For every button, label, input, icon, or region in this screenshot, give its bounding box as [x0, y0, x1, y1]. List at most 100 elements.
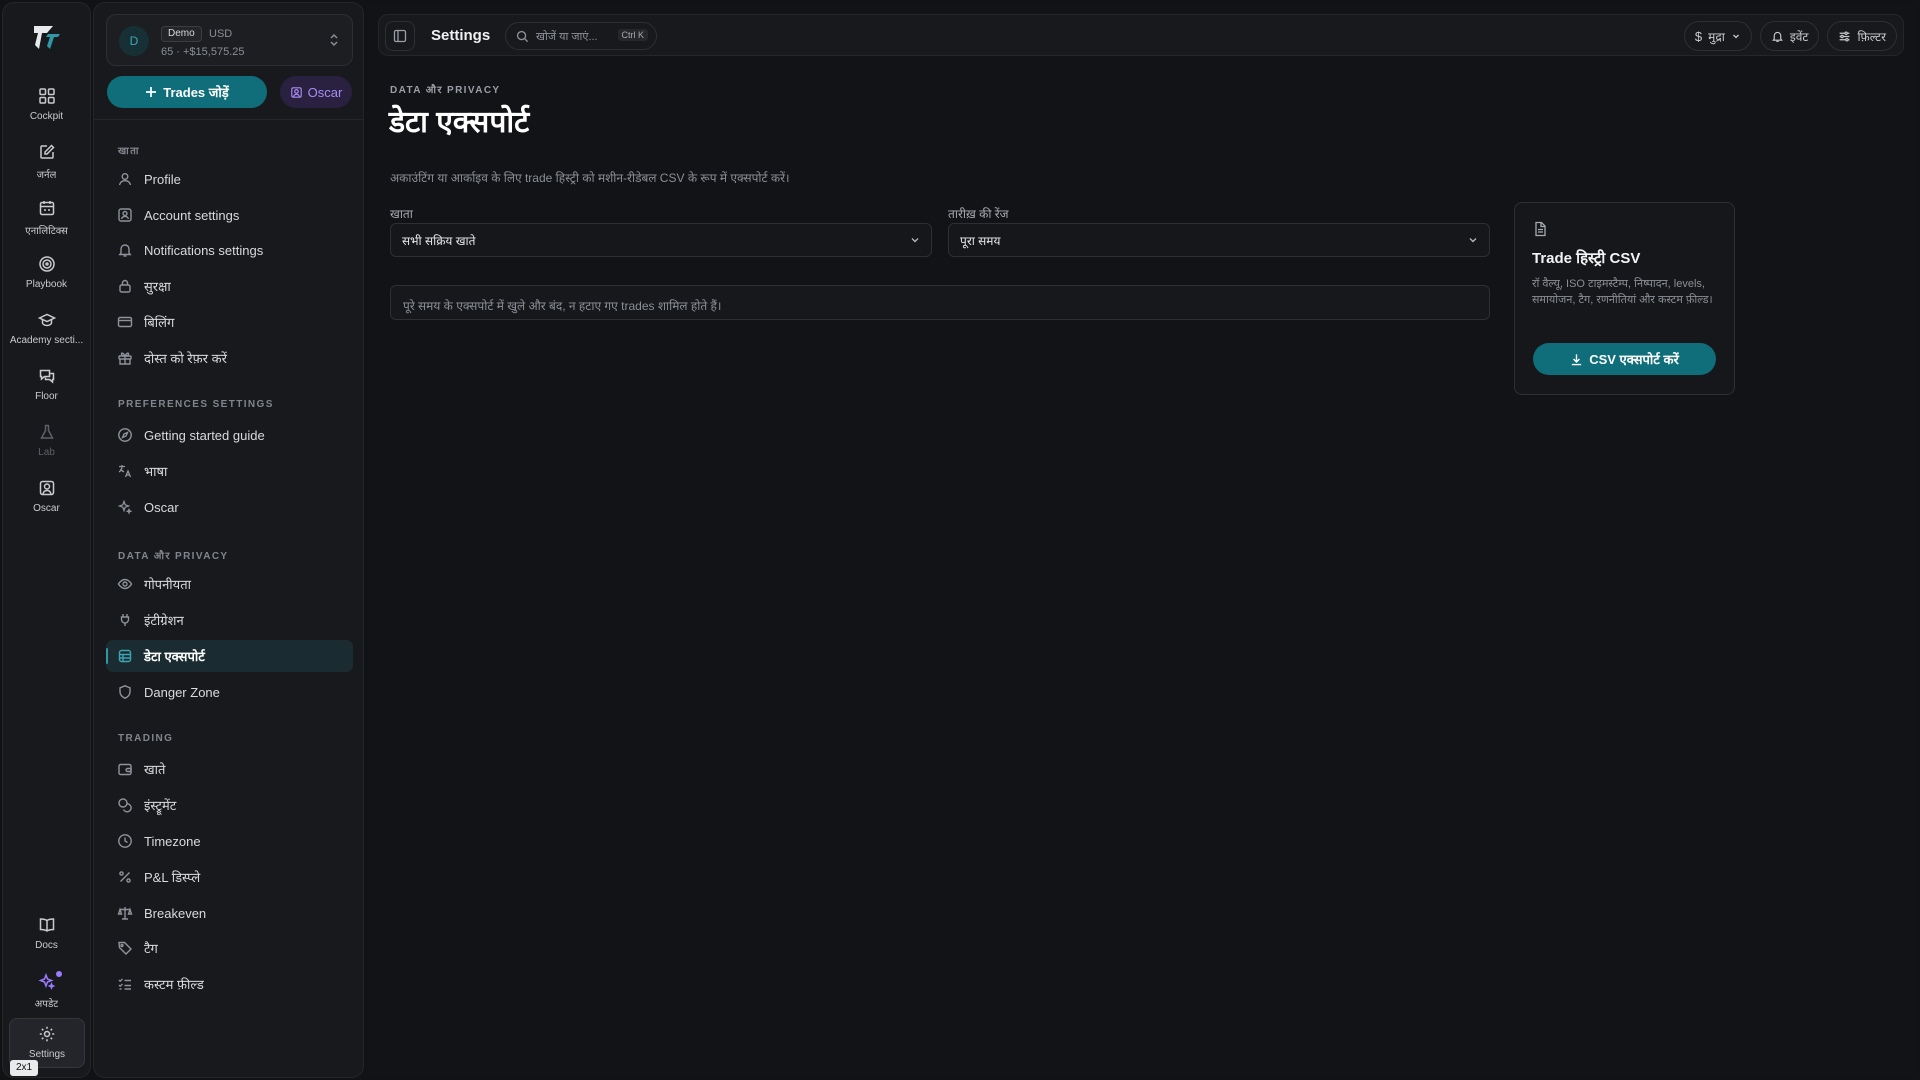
export-csv-button[interactable]: CSV एक्सपोर्ट करें — [1533, 343, 1716, 375]
plug-icon — [120, 614, 130, 626]
user-square-icon — [39, 480, 54, 496]
rail-item-cockpit[interactable]: Cockpit — [7, 81, 86, 133]
sidebar-item-getting-started[interactable]: Getting started guide — [106, 419, 353, 451]
search-shortcut-hint: Ctrl K — [617, 29, 648, 41]
events-button[interactable]: इवेंट — [1759, 21, 1820, 51]
account-select[interactable]: सभी सक्रिय खाते — [390, 223, 932, 257]
account-switcher[interactable]: D Demo USD 65 · +$15,575.25 — [106, 14, 353, 66]
csv-export-card: Trade हिस्ट्री CSV रॉ वैल्यू, ISO टाइमस्… — [1514, 202, 1735, 395]
export-card-description: रॉ वैल्यू, ISO टाइमस्टैम्प, निष्पादन, le… — [1532, 278, 1713, 306]
sidebar-item-custom-fields[interactable]: कस्टम फ़ील्ड — [106, 968, 353, 1000]
sidebar-item-label: बिलिंग — [144, 315, 175, 330]
account-select-value: सभी सक्रिय खाते — [402, 233, 476, 248]
section-heading-account: खाता — [118, 146, 140, 157]
settings-sidebar: D Demo USD 65 · +$15,575.25 Trades जोड़े… — [93, 2, 364, 1078]
date-range-field-label: तारीख़ की रेंज — [948, 207, 1009, 221]
sidebar-item-account-settings[interactable]: Account settings — [106, 199, 353, 231]
search-input[interactable]: खोजें या जाएं... Ctrl K — [505, 22, 657, 50]
sidebar-item-label: दोस्त को रेफ़र करें — [144, 351, 227, 366]
rail-item-academy[interactable]: Academy secti... — [7, 305, 86, 357]
account-field-label: खाता — [390, 207, 413, 221]
download-icon — [1572, 353, 1582, 365]
sidebar-item-security[interactable]: सुरक्षा — [106, 270, 353, 302]
rail-label: Docs — [35, 940, 58, 951]
sidebar-item-privacy[interactable]: गोपनीयता — [106, 568, 353, 600]
sidebar-item-pnl-display[interactable]: P&L डिस्प्ले — [106, 861, 353, 893]
sidebar-item-label: इंस्ट्रूमेंट — [144, 798, 177, 813]
rail-item-lab[interactable]: Lab — [7, 417, 86, 469]
rail-item-journal[interactable]: जर्नल — [7, 137, 86, 189]
notification-dot — [56, 971, 62, 977]
page-eyebrow: DATA और PRIVACY — [390, 85, 501, 96]
sidebar-item-label: गोपनीयता — [144, 577, 191, 592]
sidebar-item-label: खाते — [144, 762, 166, 777]
gear-icon — [39, 1026, 55, 1042]
rail-label: Academy secti... — [9, 335, 84, 346]
calendar-icon — [39, 201, 54, 216]
rail-item-analytics[interactable]: एनालिटिक्स — [7, 193, 86, 245]
section-heading-preferences: PREFERENCES SETTINGS — [118, 399, 274, 410]
filter-label: फ़िल्टर — [1857, 29, 1886, 44]
currency-dropdown[interactable]: $ मुद्रा — [1683, 21, 1752, 51]
sidebar-item-label: Profile — [144, 171, 181, 187]
sidebar-item-tags[interactable]: टैग — [106, 932, 353, 964]
page-breadcrumb-title: Settings — [431, 27, 491, 44]
app-logo[interactable] — [31, 21, 63, 53]
date-range-select[interactable]: पूरा समय — [948, 223, 1490, 257]
sidebar-panel-icon — [393, 29, 407, 43]
sidebar-item-refer-friend[interactable]: दोस्त को रेफ़र करें — [106, 342, 353, 374]
export-card-title: Trade हिस्ट्री CSV — [1532, 250, 1641, 267]
rail-item-docs[interactable]: Docs — [7, 910, 86, 962]
add-trades-button[interactable]: Trades जोड़ें — [107, 76, 267, 108]
sidebar-item-language[interactable]: भाषा — [106, 455, 353, 487]
events-label: इवेंट — [1789, 29, 1809, 44]
flask-icon — [39, 424, 54, 439]
dollar-icon: $ — [1694, 28, 1703, 44]
sidebar-item-label: Getting started guide — [144, 427, 265, 443]
top-bar: Settings खोजें या जाएं... Ctrl K $ मुद्र… — [378, 14, 1904, 56]
checklist-icon — [118, 978, 131, 990]
sidebar-item-danger-zone[interactable]: Danger Zone — [106, 676, 353, 708]
sidebar-item-integrations[interactable]: इंटीग्रेशन — [106, 604, 353, 636]
rail-label: Floor — [35, 391, 58, 402]
sidebar-item-billing[interactable]: बिलिंग — [106, 306, 353, 338]
journal-edit-icon — [39, 144, 55, 159]
book-icon — [39, 918, 54, 932]
rail-item-oscar[interactable]: Oscar — [7, 473, 86, 525]
scale-icon — [117, 907, 133, 920]
rail-item-floor[interactable]: Floor — [7, 361, 86, 413]
export-csv-label: CSV एक्सपोर्ट करें — [1589, 352, 1679, 367]
translate-icon — [118, 465, 132, 478]
toggle-sidebar-button[interactable] — [385, 21, 415, 51]
oscar-button[interactable]: Oscar — [280, 76, 352, 108]
filter-button[interactable]: फ़िल्टर — [1827, 21, 1897, 51]
sidebar-item-notifications[interactable]: Notifications settings — [106, 234, 353, 266]
sidebar-item-data-export[interactable]: डेटा एक्सपोर्ट — [106, 640, 353, 672]
wallet-icon — [118, 763, 132, 776]
section-heading-data-privacy: DATA और PRIVACY — [118, 551, 229, 562]
currency-label: मुद्रा — [1708, 29, 1725, 44]
sidebar-item-label: कस्टम फ़ील्ड — [144, 977, 204, 992]
sidebar-item-label: भाषा — [144, 464, 168, 479]
sidebar-item-timezone[interactable]: Timezone — [106, 825, 353, 857]
sidebar-item-label: Oscar — [144, 499, 179, 515]
export-scope-note: पूरे समय के एक्सपोर्ट में खुले और बंद, न… — [390, 285, 1490, 320]
search-icon — [516, 30, 529, 42]
rail-item-updates[interactable]: अपडेट — [7, 966, 86, 1018]
user-square-icon — [290, 86, 302, 98]
sidebar-item-label: इंटीग्रेशन — [144, 613, 184, 628]
plus-icon — [146, 87, 157, 97]
sidebar-item-accounts[interactable]: खाते — [106, 753, 353, 785]
rail-item-playbook[interactable]: Playbook — [7, 249, 86, 301]
sidebar-item-instruments[interactable]: इंस्ट्रूमेंट — [106, 789, 353, 821]
sidebar-item-label: Breakeven — [144, 905, 207, 921]
sidebar-item-oscar[interactable]: Oscar — [106, 491, 353, 523]
sidebar-item-label: Danger Zone — [144, 684, 220, 700]
topbar-actions: $ मुद्रा इवेंट फ़िल्टर — [1683, 21, 1897, 51]
sidebar-item-label: P&L डिस्प्ले — [144, 870, 201, 885]
sidebar-item-label: डेटा एक्सपोर्ट — [144, 649, 205, 664]
sidebar-item-label: Account settings — [144, 207, 240, 223]
clock-icon — [118, 834, 132, 848]
sidebar-item-breakeven[interactable]: Breakeven — [106, 897, 353, 929]
sidebar-item-profile[interactable]: Profile — [106, 163, 353, 195]
